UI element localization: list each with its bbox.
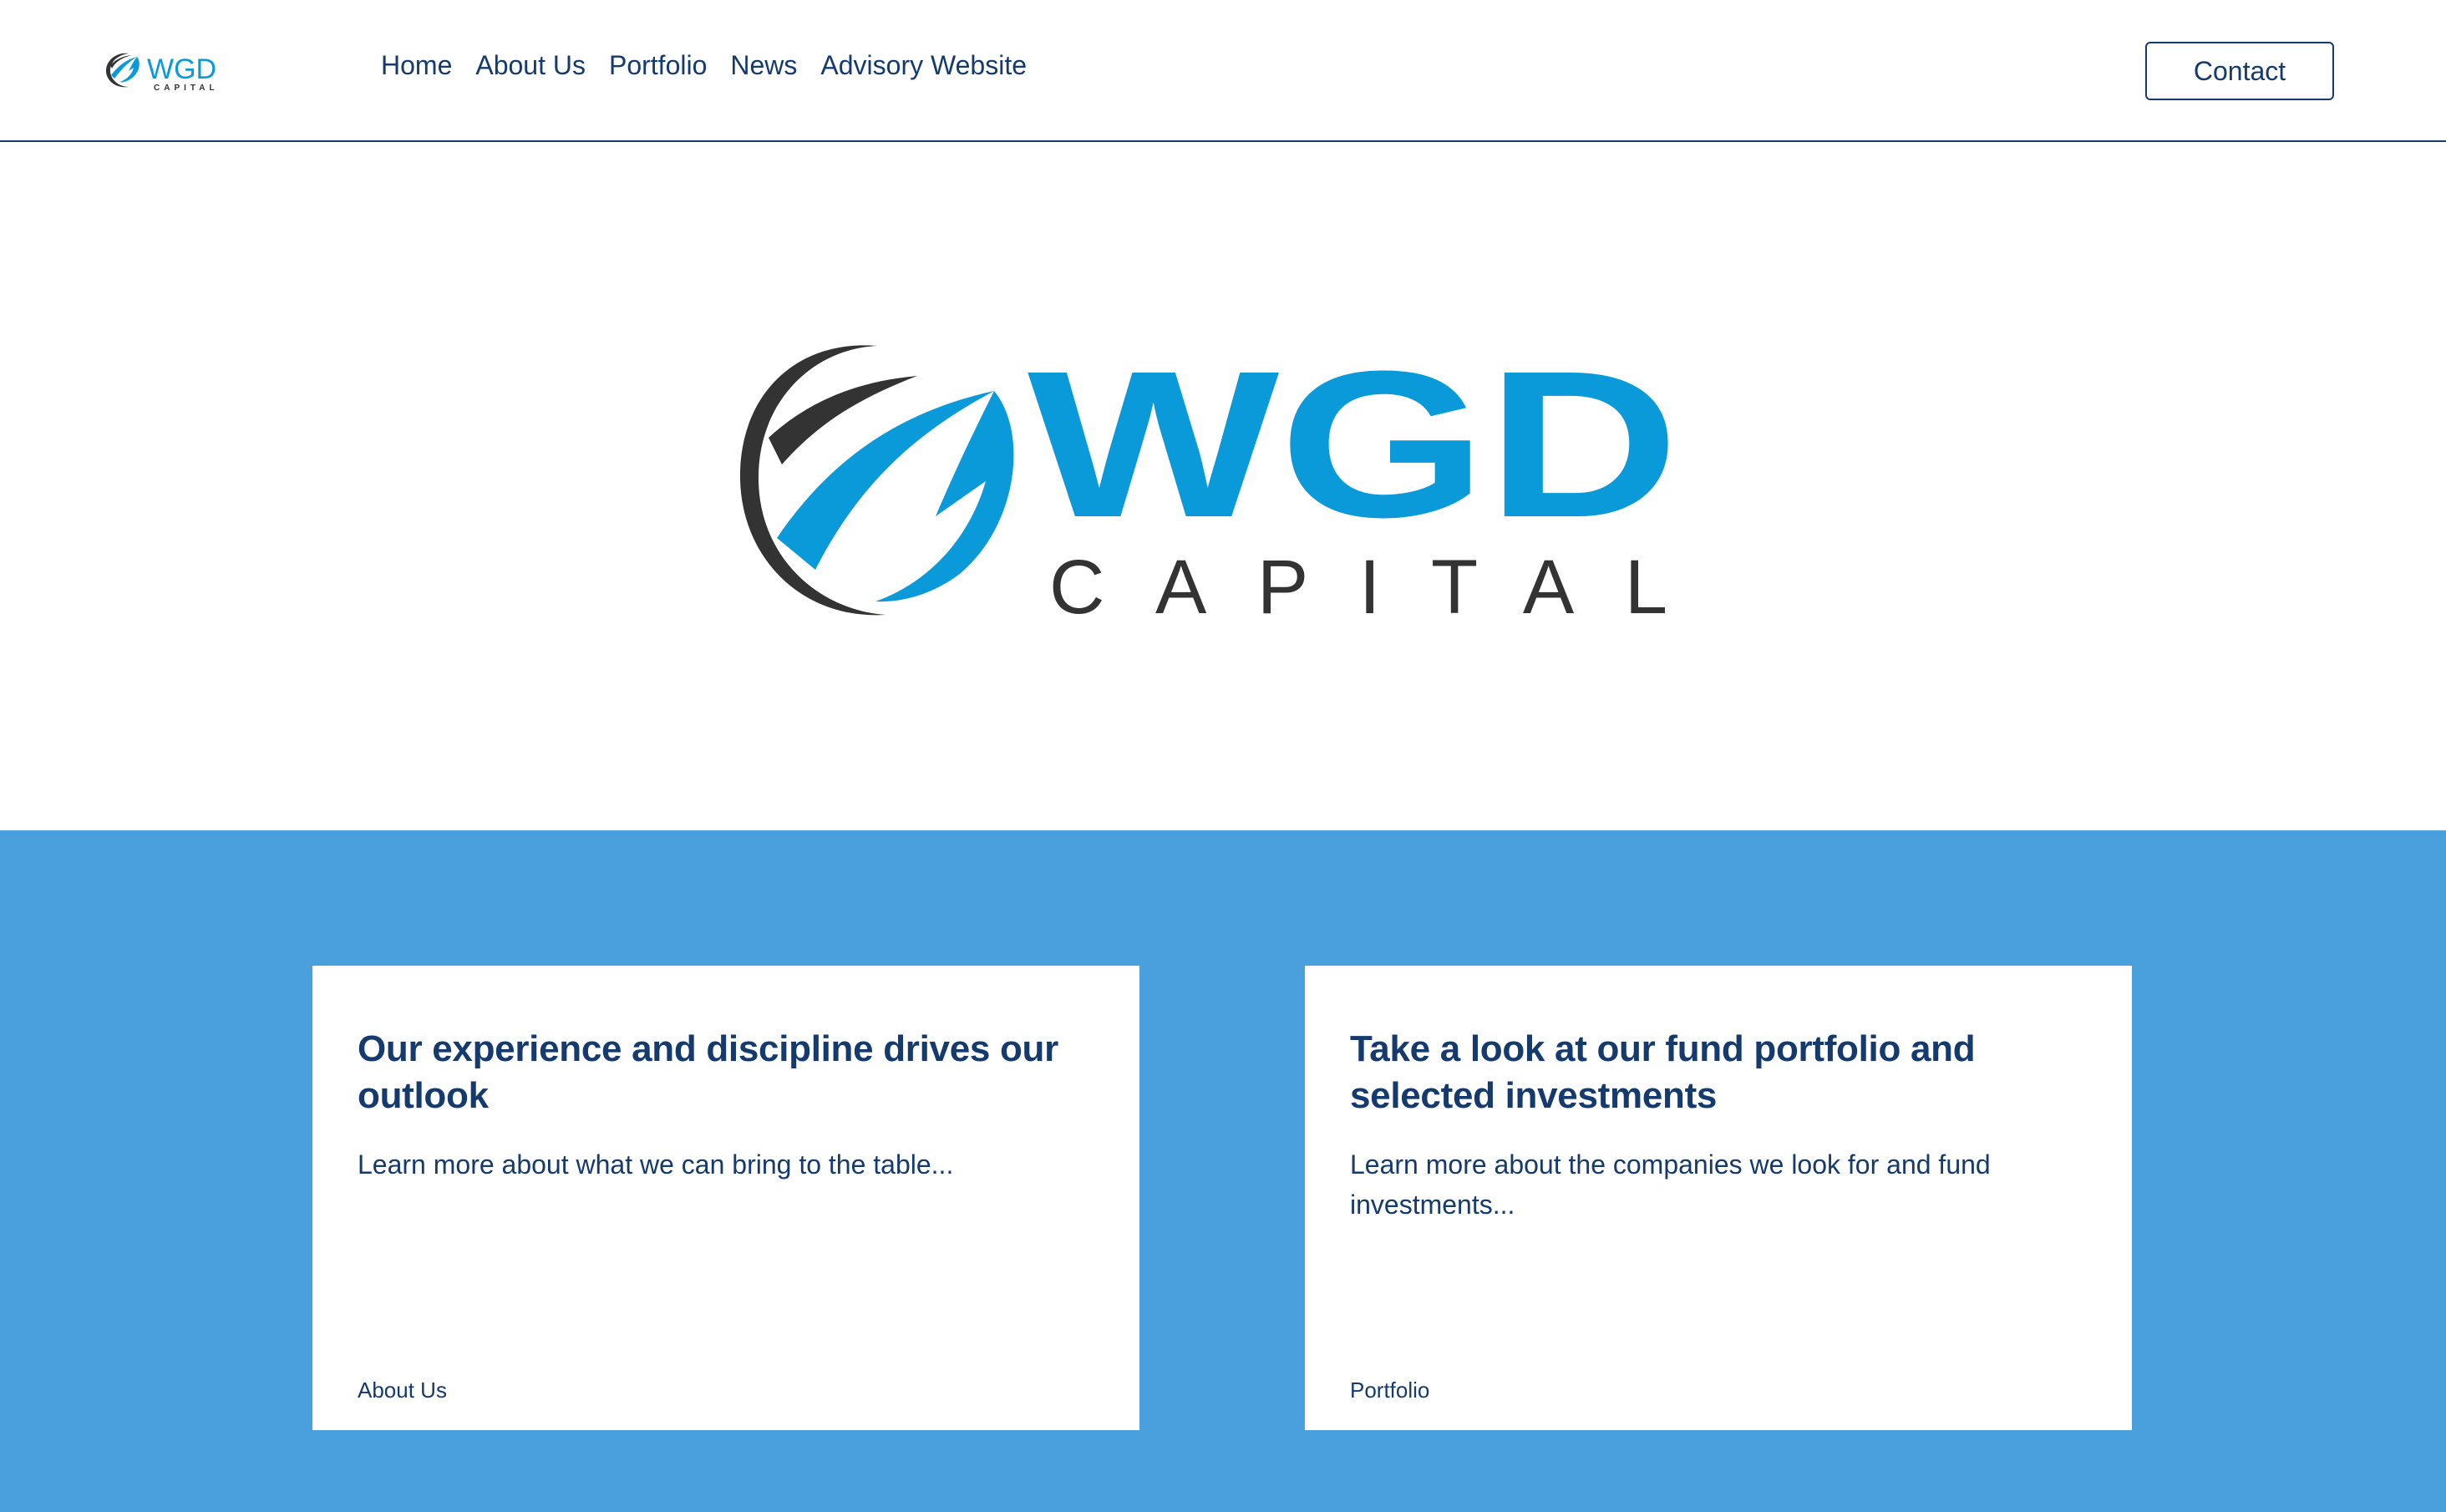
card-title: Take a look at our fund portfolio and se…: [1350, 1028, 1976, 1116]
swoosh-globe-icon: [105, 53, 140, 88]
portfolio-card[interactable]: Take a look at our fund portfolio and se…: [1305, 966, 2132, 1430]
hero-section: WGD CAPITAL: [0, 142, 2446, 830]
wgd-capital-logo[interactable]: WGD CAPITAL: [104, 47, 254, 94]
contact-button[interactable]: Contact: [2145, 42, 2334, 100]
logo-wordmark: WGD: [147, 53, 216, 85]
main-nav: Home About Us Portfolio News Advisory We…: [381, 50, 1027, 81]
swoosh-globe-icon: [739, 345, 1014, 616]
nav-portfolio[interactable]: Portfolio: [609, 50, 707, 81]
logo-subtext: CAPITAL: [154, 84, 219, 93]
about-us-link[interactable]: About Us: [358, 1378, 447, 1403]
site-header: WGD CAPITAL Home About Us Portfolio News…: [0, 0, 2446, 142]
nav-news[interactable]: News: [730, 50, 797, 81]
nav-home[interactable]: Home: [381, 50, 452, 81]
portfolio-link[interactable]: Portfolio: [1350, 1378, 1429, 1403]
card-description: Learn more about the companies we look f…: [1350, 1149, 1991, 1220]
nav-advisory-website[interactable]: Advisory Website: [820, 50, 1027, 81]
card-title: Our experience and discipline drives our…: [358, 1028, 1058, 1116]
hero-wordmark: WGD: [1028, 339, 1679, 561]
about-card[interactable]: Our experience and discipline drives our…: [312, 966, 1139, 1430]
card-description: Learn more about what we can bring to th…: [358, 1149, 954, 1180]
hero-logo: WGD CAPITAL: [739, 339, 1679, 620]
features-section: Our experience and discipline drives our…: [0, 830, 2446, 1512]
nav-about-us[interactable]: About Us: [475, 50, 586, 81]
